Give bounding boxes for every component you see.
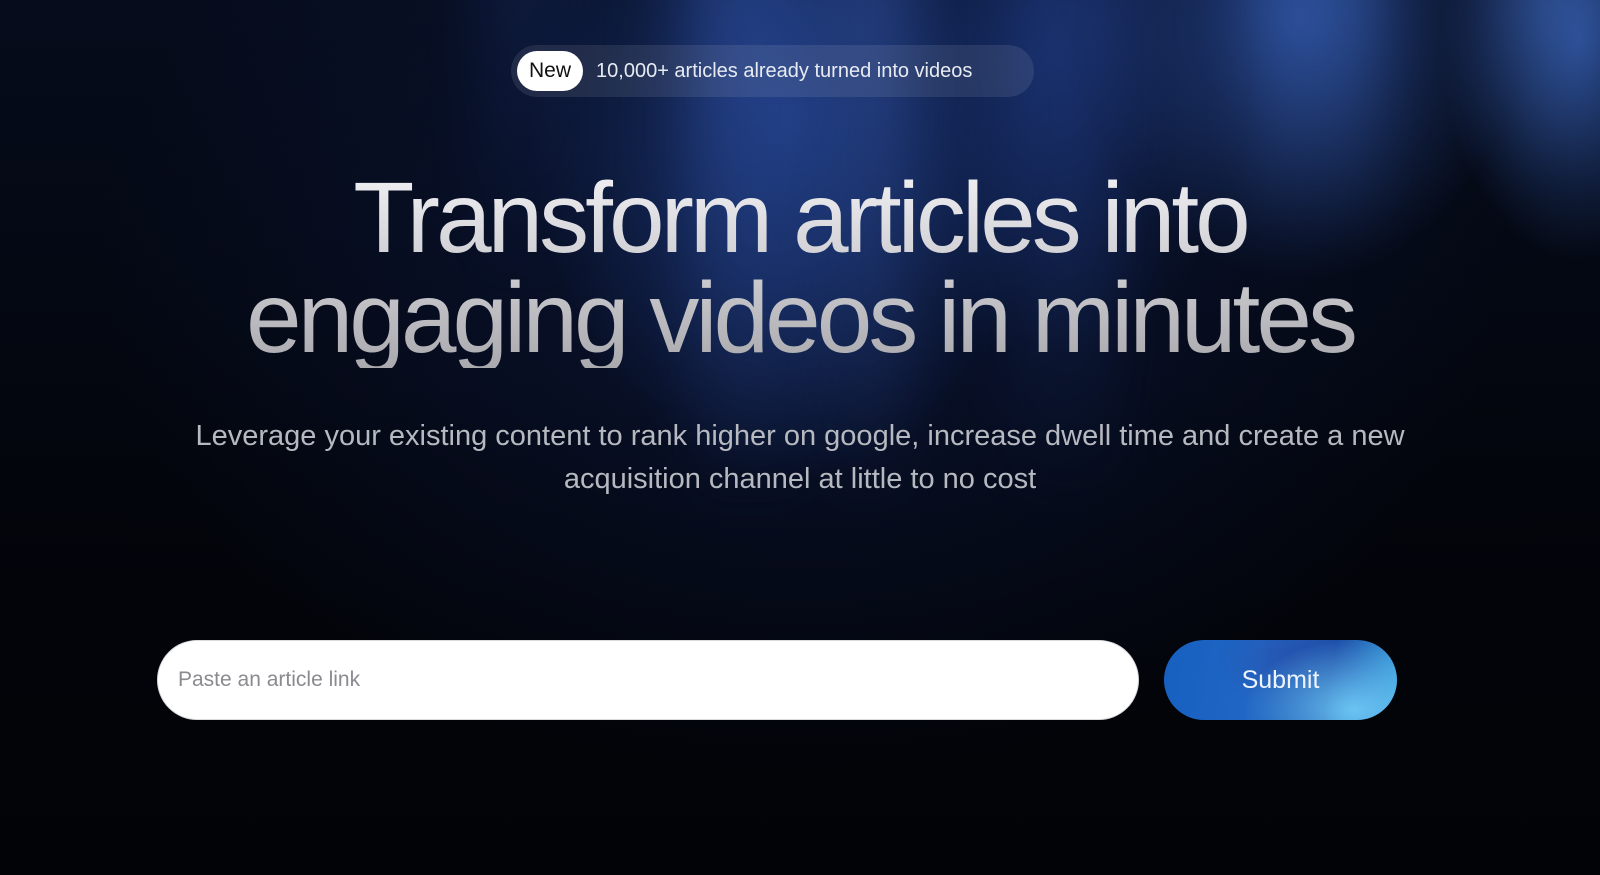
announcement-text: 10,000+ articles already turned into vid… [596,59,973,82]
submit-button[interactable]: Submit [1164,640,1397,720]
light-ray-decoration [1500,0,1600,180]
hero-subheadline: Leverage your existing content to rank h… [195,420,1405,495]
landing-page: New 10,000+ articles already turned into… [0,0,1600,875]
hero-headline: Transform articles into engaging videos … [0,168,1600,368]
article-link-input[interactable] [157,640,1139,720]
hero-headline-line-1: Transform articles into [353,162,1247,274]
new-badge: New [517,51,584,91]
article-link-form: Submit [157,640,1397,720]
hero-headline-line-2: engaging videos in minutes [246,262,1354,374]
announcement-pill[interactable]: New 10,000+ articles already turned into… [511,45,1034,97]
